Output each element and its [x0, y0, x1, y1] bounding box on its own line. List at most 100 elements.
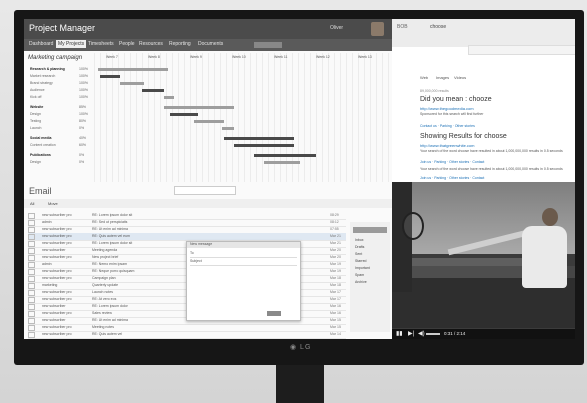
- task-name[interactable]: Social media: [30, 136, 51, 140]
- video-controls: ▮▮ ▶| ◀) 0:31 / 2:14: [392, 329, 575, 339]
- task-name[interactable]: Design: [30, 160, 41, 164]
- task-name[interactable]: Kick off: [30, 95, 41, 99]
- folder-item[interactable]: Sent: [355, 252, 362, 256]
- task-name[interactable]: Publications: [30, 153, 51, 157]
- folder-item[interactable]: Important: [355, 266, 370, 270]
- play-pause-icon[interactable]: ▮▮: [396, 330, 403, 337]
- gantt-bar[interactable]: [254, 154, 316, 157]
- gantt-bar[interactable]: [164, 106, 234, 109]
- row-date: 08:12: [330, 220, 339, 224]
- row-subject: Sales review: [92, 311, 112, 315]
- tennis-player: [522, 226, 567, 288]
- email-toolbar-all[interactable]: All: [30, 201, 34, 206]
- task-name[interactable]: Design: [30, 112, 41, 116]
- compose-button[interactable]: [353, 227, 387, 233]
- folder-item[interactable]: Drafts: [355, 245, 364, 249]
- task-name[interactable]: Launch: [30, 126, 41, 130]
- row-from: new subscriber pro: [42, 332, 72, 336]
- row-date: Mar 18: [330, 276, 341, 280]
- row-from: new subscriber pro: [42, 276, 72, 280]
- row-date: Mar 16: [330, 311, 341, 315]
- skip-icon[interactable]: ▶|: [408, 330, 414, 337]
- folder-item[interactable]: Archive: [355, 280, 367, 284]
- tennis-racket: [402, 212, 424, 240]
- row-date: Mar 21: [330, 234, 341, 238]
- pm-user-name[interactable]: Oliver: [330, 25, 343, 31]
- week-label: Week 8: [148, 55, 160, 59]
- tab-people[interactable]: People: [119, 41, 135, 47]
- folder-item[interactable]: Spam: [355, 273, 364, 277]
- gantt-bar[interactable]: [170, 113, 198, 116]
- task-name[interactable]: Brand strategy: [30, 81, 53, 85]
- result-sitelinks[interactable]: Contact us · Parking · Other stories: [420, 124, 475, 128]
- send-button[interactable]: [267, 311, 281, 316]
- tab-resources[interactable]: Resources: [139, 41, 163, 47]
- folder-item[interactable]: Inbox: [355, 238, 364, 242]
- results-count: 89,000,000 results: [420, 89, 449, 93]
- result-text: Sponsored for this search will find furt…: [420, 112, 484, 116]
- volume-icon[interactable]: ◀): [418, 330, 425, 337]
- screen: Project Manager Oliver Dashboard My Proj…: [24, 19, 575, 339]
- compose-to-field[interactable]: To: [190, 251, 194, 255]
- divider: [190, 265, 297, 266]
- result-url[interactable]: http://www.thegoodmedia.com: [420, 106, 474, 111]
- board-title: Marketing campaign: [28, 55, 83, 61]
- gantt-bar[interactable]: [100, 75, 120, 78]
- did-you-mean-heading[interactable]: Did you mean : chooze: [420, 96, 492, 103]
- task-pct: 0%: [79, 153, 85, 157]
- avatar[interactable]: [371, 22, 384, 36]
- video-time: 0:31 / 2:14: [444, 331, 466, 336]
- result-sitelinks[interactable]: Join us · Parking · Other stories · Cont…: [420, 176, 484, 180]
- tab-documents[interactable]: Documents: [198, 41, 223, 47]
- pm-search-input[interactable]: [254, 42, 282, 48]
- task-name[interactable]: Research & planning: [30, 67, 65, 71]
- row-from: new subscriber: [42, 304, 66, 308]
- row-checkbox[interactable]: [28, 332, 35, 338]
- task-pct: 80%: [79, 119, 87, 123]
- compose-subject-field[interactable]: Subject: [190, 259, 202, 263]
- row-subject: Campaign plan: [92, 276, 116, 280]
- result-sitelinks[interactable]: Join us · Parking · Other stories · Cont…: [420, 160, 484, 164]
- tab-timesheets[interactable]: Timesheets: [88, 41, 114, 47]
- email-search-input[interactable]: [174, 186, 236, 195]
- gantt-bar[interactable]: [194, 120, 224, 123]
- task-name[interactable]: Website: [30, 105, 43, 109]
- gantt-bar[interactable]: [222, 127, 234, 130]
- week-label: Week 11: [274, 55, 288, 59]
- row-date: Mar 17: [330, 297, 341, 301]
- gantt-bar[interactable]: [234, 144, 294, 147]
- gantt-bar[interactable]: [120, 82, 144, 85]
- tab-dashboard[interactable]: Dashboard: [29, 41, 53, 47]
- task-name[interactable]: Testing: [30, 119, 41, 123]
- tab-images[interactable]: Images: [436, 75, 449, 80]
- tab-videos[interactable]: Videos: [454, 75, 466, 80]
- browser-search-input[interactable]: [468, 45, 575, 55]
- row-from: new subscriber pro: [42, 297, 72, 301]
- task-name[interactable]: Audience: [30, 88, 45, 92]
- email-toolbar-move[interactable]: Move: [48, 201, 58, 206]
- gantt-bar[interactable]: [264, 161, 300, 164]
- showing-results-heading[interactable]: Showing Results for choose: [420, 133, 507, 140]
- gantt-bar[interactable]: [98, 68, 168, 71]
- gantt-bar[interactable]: [164, 96, 174, 99]
- tab-my-projects[interactable]: My Projects: [56, 40, 87, 48]
- row-date: Mar 16: [330, 304, 341, 308]
- gantt-bar[interactable]: [142, 89, 164, 92]
- result-url[interactable]: http://www.thatgreenwhite.com: [420, 143, 474, 148]
- task-name[interactable]: Content creation: [30, 143, 56, 147]
- row-subject: RE: Neque porro quisquam: [92, 269, 135, 273]
- tab-reporting[interactable]: Reporting: [169, 41, 191, 47]
- row-date: Mar 18: [330, 283, 341, 287]
- task-name[interactable]: Market research: [30, 74, 55, 78]
- tab-web[interactable]: Web: [420, 75, 428, 80]
- video-player[interactable]: ▮▮ ▶| ◀) 0:31 / 2:14: [392, 182, 575, 339]
- row-subject: RE: Lorem ipsum dolor sit: [92, 213, 133, 217]
- volume-slider[interactable]: [426, 333, 440, 335]
- task-pct: 85%: [79, 105, 87, 109]
- row-date: Mar 19: [330, 262, 341, 266]
- row-from: new subscriber pro: [42, 241, 72, 245]
- gantt-bar[interactable]: [224, 137, 294, 140]
- folder-item[interactable]: Starred: [355, 259, 366, 263]
- row-subject: RE: Nemo enim ipsam: [92, 262, 128, 266]
- table-row[interactable]: new subscriber pro RE: Quis autem vel Mar …: [28, 331, 346, 339]
